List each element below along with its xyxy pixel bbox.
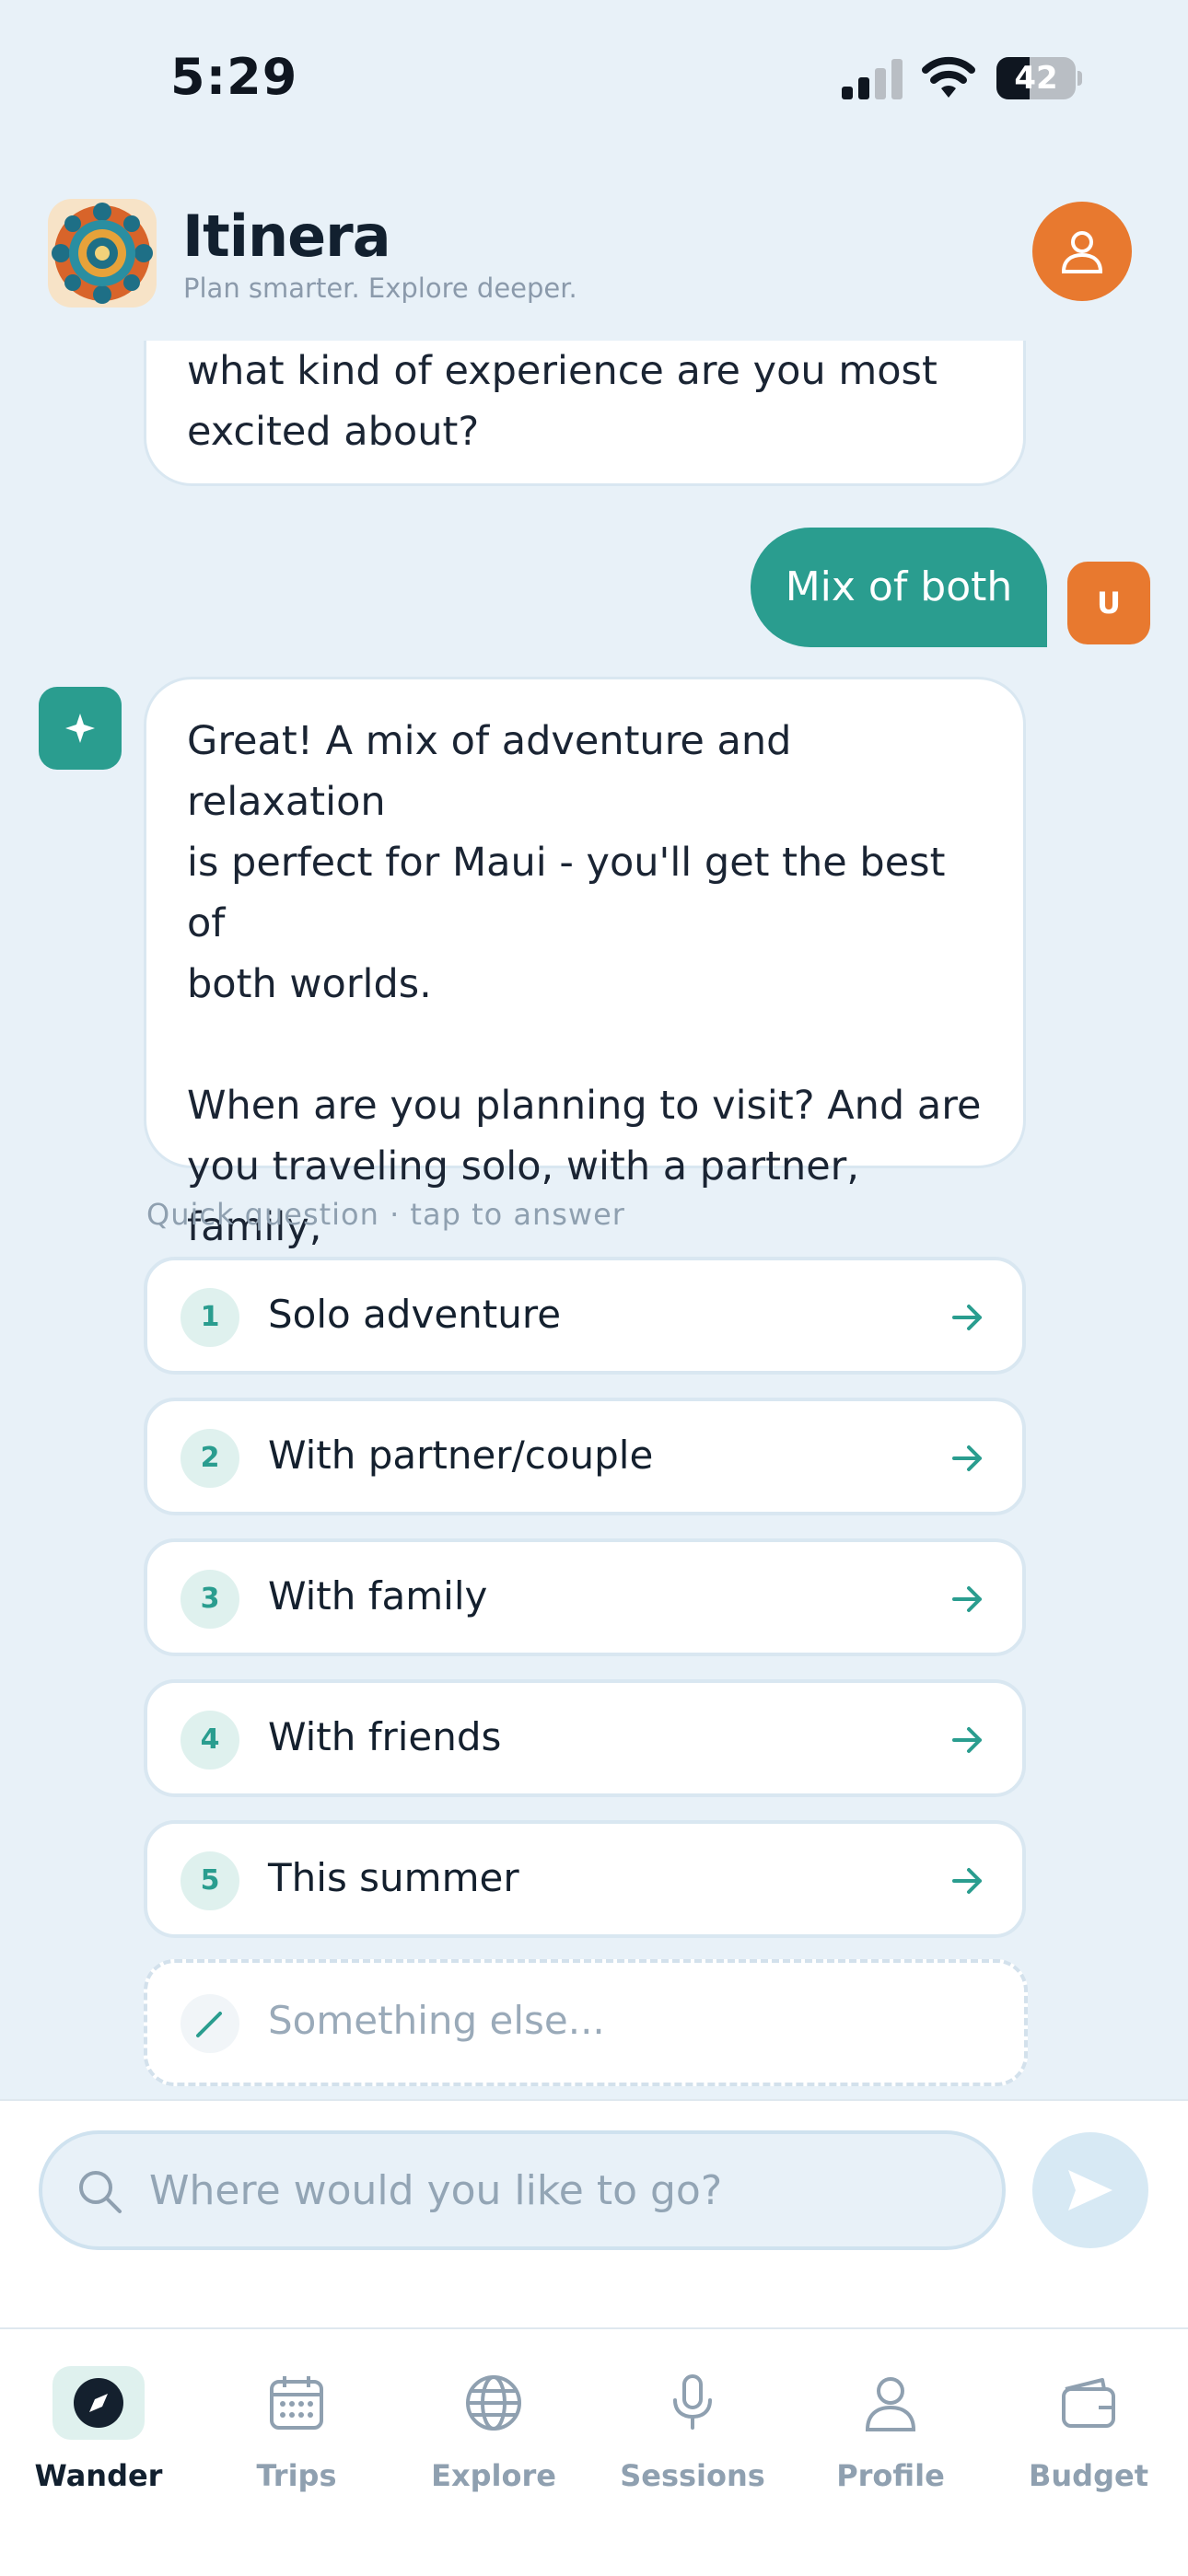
option-number: 1	[181, 1288, 239, 1347]
quick-option[interactable]: 3 With family	[144, 1538, 1026, 1656]
globe-icon	[448, 2366, 540, 2440]
tab-label: Explore	[431, 2458, 556, 2493]
option-label: With partner/couple	[268, 1433, 654, 1478]
signal-icon	[842, 59, 903, 99]
ai-message-bubble: what kind of experience are you most exc…	[144, 341, 1026, 486]
pencil-icon	[181, 1994, 239, 2053]
arrow-right-icon	[952, 1445, 982, 1471]
wifi-icon	[922, 56, 975, 98]
option-number: 4	[181, 1711, 239, 1770]
person-icon	[844, 2366, 937, 2440]
option-label: This summer	[268, 1855, 519, 1900]
sparkle-icon	[65, 714, 95, 743]
quick-option[interactable]: 5 This summer	[144, 1820, 1026, 1938]
ai-message-bubble: Great! A mix of adventure and relaxation…	[144, 677, 1026, 1311]
app-header: Itinera Plan smarter. Explore deeper.	[0, 184, 1188, 341]
user-avatar: U	[1067, 562, 1150, 644]
option-label: With friends	[268, 1714, 502, 1759]
wallet-icon	[1042, 2366, 1135, 2440]
tab-label: Trips	[256, 2458, 337, 2493]
quick-option[interactable]: 1 Solo adventure	[144, 1257, 1026, 1375]
tab-budget[interactable]: Budget	[996, 2366, 1181, 2504]
quick-question-label: Quick question · tap to answer	[146, 1197, 625, 1232]
tab-label: Wander	[34, 2458, 163, 2493]
user-message-bubble: Mix of both	[751, 528, 1047, 647]
tab-label: Sessions	[620, 2458, 765, 2493]
battery-icon: 42	[996, 57, 1082, 99]
something-else-option[interactable]: Something else...	[144, 1959, 1028, 2086]
quick-option[interactable]: 4 With friends	[144, 1679, 1026, 1797]
composer: Where would you like to go?	[0, 2099, 1188, 2329]
send-button[interactable]	[1032, 2132, 1148, 2248]
tab-bar: Wander Trips Explore Sessions Profile Bu…	[0, 2327, 1188, 2576]
destination-input-placeholder: Where would you like to go?	[149, 2167, 723, 2214]
something-else-label: Something else...	[268, 1998, 605, 2043]
mandala-logo-icon	[48, 199, 157, 307]
option-label: With family	[268, 1573, 488, 1619]
search-icon	[79, 2171, 122, 2213]
tab-wander[interactable]: Wander	[6, 2366, 191, 2504]
microphone-icon	[646, 2366, 739, 2440]
tab-label: Budget	[1029, 2458, 1148, 2493]
arrow-right-icon	[952, 1305, 982, 1330]
chat-thread[interactable]: what kind of experience are you most exc…	[0, 341, 1188, 2099]
send-icon	[1068, 2170, 1112, 2210]
tab-sessions[interactable]: Sessions	[600, 2366, 785, 2504]
status-time: 5:29	[170, 48, 298, 106]
status-bar: 5:29 42	[0, 0, 1188, 166]
app-subtitle: Plan smarter. Explore deeper.	[183, 273, 577, 304]
destination-input[interactable]: Where would you like to go?	[39, 2130, 1006, 2250]
tab-profile[interactable]: Profile	[798, 2366, 983, 2504]
account-button[interactable]	[1032, 202, 1132, 301]
tab-explore[interactable]: Explore	[402, 2366, 586, 2504]
option-number: 5	[181, 1851, 239, 1910]
tab-trips[interactable]: Trips	[204, 2366, 389, 2504]
option-label: Solo adventure	[268, 1292, 562, 1337]
person-icon	[1061, 231, 1103, 273]
quick-option[interactable]: 2 With partner/couple	[144, 1398, 1026, 1515]
tab-label: Profile	[836, 2458, 945, 2493]
calendar-icon	[250, 2366, 343, 2440]
option-number: 2	[181, 1429, 239, 1488]
arrow-right-icon	[952, 1868, 982, 1894]
option-number: 3	[181, 1570, 239, 1629]
ai-avatar	[39, 687, 122, 770]
battery-level: 42	[1014, 60, 1058, 97]
arrow-right-icon	[952, 1727, 982, 1753]
app-title: Itinera	[182, 203, 391, 270]
arrow-right-icon	[952, 1586, 982, 1612]
compass-icon	[52, 2366, 145, 2440]
